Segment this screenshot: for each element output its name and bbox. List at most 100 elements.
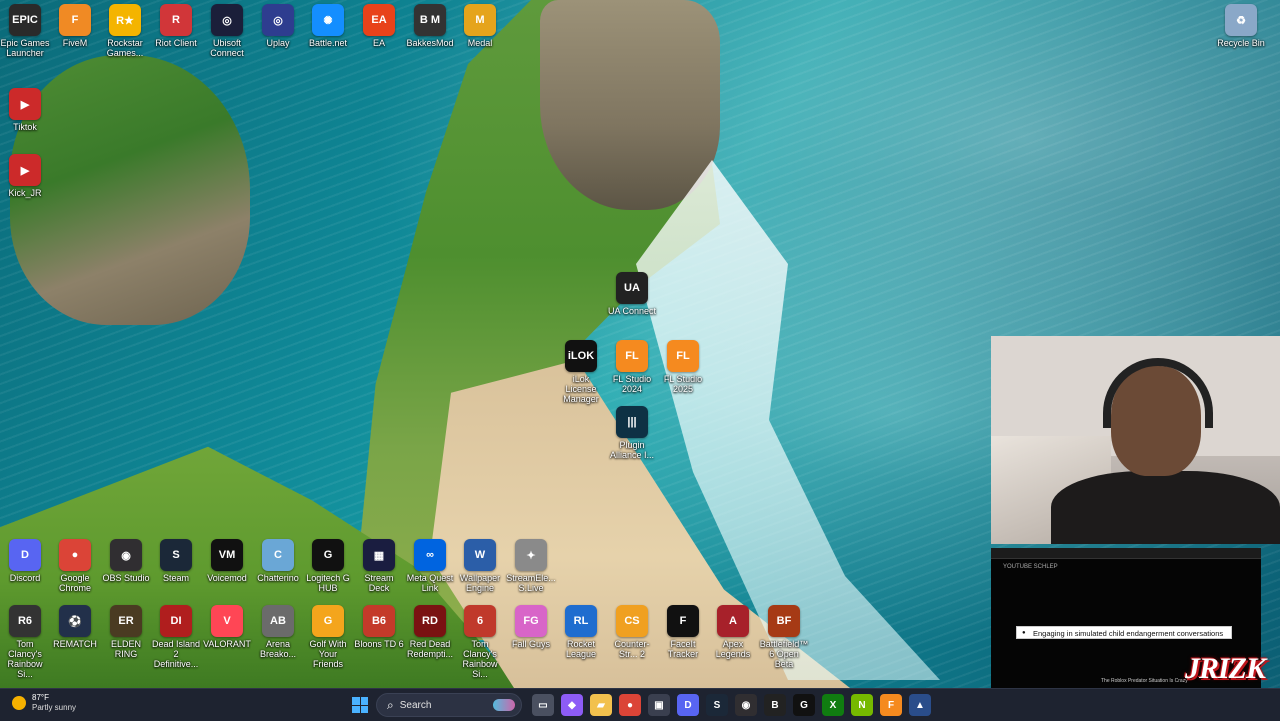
desktop-icon[interactable]: ◎ Uplay	[253, 4, 303, 48]
desktop-icon-label: Epic Games Launcher	[0, 38, 50, 58]
app-icon: CS	[616, 605, 648, 637]
xbox-icon[interactable]: X	[822, 694, 844, 716]
desktop-icon-label: Apex Legends	[715, 639, 751, 659]
start-button[interactable]	[352, 697, 368, 713]
desktop-icon[interactable]: B6 Bloons TD 6	[354, 605, 404, 649]
desktop-icon[interactable]: S Steam	[151, 539, 201, 583]
desktop-icon[interactable]: DI Dead Island 2 Definitive...	[151, 605, 201, 669]
file-icon[interactable]: ▭	[532, 694, 554, 716]
desktop-icon[interactable]: G Golf With Your Friends	[303, 605, 353, 669]
desktop-icon-label: REMATCH	[53, 639, 97, 649]
desktop-icon-label: Arena Breako...	[259, 639, 297, 659]
app-icon: G	[312, 605, 344, 637]
desktop-icon[interactable]: F FaceIt Tracker	[658, 605, 708, 659]
desktop: EPIC Epic Games Launcher F FiveM R★ Rockstar …	[0, 0, 1280, 688]
desktop-icon[interactable]: CS Counter-Str... 2	[607, 605, 657, 659]
desktop-icon-label: Meta Quest Link	[406, 573, 454, 593]
search-label: Search	[399, 699, 432, 711]
app-icon: FG	[515, 605, 547, 637]
bakkesmod-icon[interactable]: B	[764, 694, 786, 716]
desktop-icon[interactable]: C Chatterino	[253, 539, 303, 583]
copilot-icon[interactable]: ◆	[561, 694, 583, 716]
desktop-icon[interactable]: EA EA	[354, 4, 404, 48]
stream-caption: The Roblox Predator Situation Is Crazy	[1101, 678, 1188, 684]
desktop-icon-label: FaceIt Tracker	[667, 639, 699, 659]
desktop-icon[interactable]: VM Voicemod	[202, 539, 252, 583]
desktop-icon[interactable]: FG Fall Guys	[506, 605, 556, 649]
wallpaper-rock	[540, 0, 720, 210]
folder-icon[interactable]: ▰	[590, 694, 612, 716]
store-icon[interactable]: ▣	[648, 694, 670, 716]
desktop-icon-label: Rocket League	[565, 639, 597, 659]
desktop-icon[interactable]: ER ELDEN RING	[101, 605, 151, 659]
app-icon: ER	[110, 605, 142, 637]
weather-condition: Partly sunny	[32, 703, 77, 712]
desktop-icon[interactable]: W Wallpaper Engine	[455, 539, 505, 593]
fl-studio-icon[interactable]: F	[880, 694, 902, 716]
desktop-icon[interactable]: 6 Tom Clancy's Rainbow Si...	[455, 605, 505, 679]
desktop-icon[interactable]: BF Battlefield™ 6 Open Beta	[759, 605, 809, 669]
desktop-icon[interactable]: FL FL Studio 2025	[658, 340, 708, 394]
app-icon: ●	[59, 539, 91, 571]
desktop-icon[interactable]: ||| Plugin Alliance I...	[607, 406, 657, 460]
desktop-icon[interactable]: ● Google Chrome	[50, 539, 100, 593]
desktop-icon[interactable]: D Discord	[0, 539, 50, 583]
desktop-icon[interactable]: R★ Rockstar Games...	[100, 4, 150, 58]
discord-icon[interactable]: D	[677, 694, 699, 716]
app-icon: ◎	[262, 4, 294, 36]
stream-header: YOUTUBE SCHLEP	[1003, 564, 1058, 570]
app-icon: D	[9, 539, 41, 571]
desktop-icon[interactable]: ⚽ REMATCH	[50, 605, 100, 649]
obs-icon[interactable]: ◉	[735, 694, 757, 716]
app-icon: RD	[414, 605, 446, 637]
desktop-icon[interactable]: ▦ Stream Deck	[354, 539, 404, 593]
desktop-icon-label: Red Dead Redempti...	[406, 639, 454, 659]
app-icon: iLOK	[565, 340, 597, 372]
desktop-icon[interactable]: ◎ Ubisoft Connect	[202, 4, 252, 58]
desktop-icon[interactable]: RL Rocket League	[556, 605, 606, 659]
desktop-icon[interactable]: ✦ StreamEle... S.Live	[506, 539, 556, 593]
desktop-icon[interactable]: R Riot Client	[151, 4, 201, 48]
desktop-icon[interactable]: EPIC Epic Games Launcher	[0, 4, 50, 58]
app-icon: AB	[262, 605, 294, 637]
desktop-icon[interactable]: FL FL Studio 2024	[607, 340, 657, 394]
desktop-icon[interactable]: ▶ Kick_JR	[0, 154, 50, 198]
desktop-icon[interactable]: RD Red Dead Redempti...	[405, 605, 455, 659]
desktop-icon[interactable]: R6 Tom Clancy's Rainbow Si...	[0, 605, 50, 679]
desktop-icon[interactable]: V VALORANT	[202, 605, 252, 649]
desktop-icon-label: Riot Client	[155, 38, 197, 48]
desktop-icon-label: Golf With Your Friends	[309, 639, 347, 669]
logitech-icon[interactable]: G	[793, 694, 815, 716]
desktop-icon[interactable]: B M BakkesMod	[405, 4, 455, 48]
vpn-icon[interactable]: ▲	[909, 694, 931, 716]
desktop-icon[interactable]: A Apex Legends	[708, 605, 758, 659]
desktop-icon-label: BakkesMod	[406, 38, 454, 48]
desktop-icon-label: Chatterino	[257, 573, 299, 583]
search-box[interactable]: ⌕ Search	[376, 693, 522, 717]
steam-icon[interactable]: S	[706, 694, 728, 716]
app-icon: S	[160, 539, 192, 571]
desktop-icon-label: EA	[372, 38, 385, 48]
app-icon: M	[464, 4, 496, 36]
desktop-icon-label: Battlefield™ 6 Open Beta	[759, 639, 809, 669]
search-highlight-icon	[493, 699, 515, 711]
desktop-icon-label: FL Studio 2025	[663, 374, 703, 394]
desktop-icon-label: Uplay	[266, 38, 290, 48]
desktop-icon[interactable]: G Logitech G HUB	[303, 539, 353, 593]
desktop-icon[interactable]: AB Arena Breako...	[253, 605, 303, 659]
nvidia-icon[interactable]: N	[851, 694, 873, 716]
desktop-icon[interactable]: ▶ Tiktok	[0, 88, 50, 132]
desktop-icon[interactable]: ◉ OBS Studio	[101, 539, 151, 583]
desktop-icon[interactable]: ∞ Meta Quest Link	[405, 539, 455, 593]
chrome-icon[interactable]: ●	[619, 694, 641, 716]
app-icon: ✦	[515, 539, 547, 571]
desktop-icon[interactable]: iLOK iLok License Manager	[556, 340, 606, 404]
desktop-icon[interactable]: UA UA Connect	[607, 272, 657, 316]
app-icon: C	[262, 539, 294, 571]
weather-widget[interactable]: 87°F Partly sunny	[12, 693, 76, 713]
webcam-overlay	[991, 336, 1280, 544]
desktop-icon[interactable]: ♻ Recycle Bin	[1216, 4, 1266, 48]
desktop-icon[interactable]: F FiveM	[50, 4, 100, 48]
desktop-icon[interactable]: ✺ Battle.net	[303, 4, 353, 48]
desktop-icon[interactable]: M Medal	[455, 4, 505, 48]
